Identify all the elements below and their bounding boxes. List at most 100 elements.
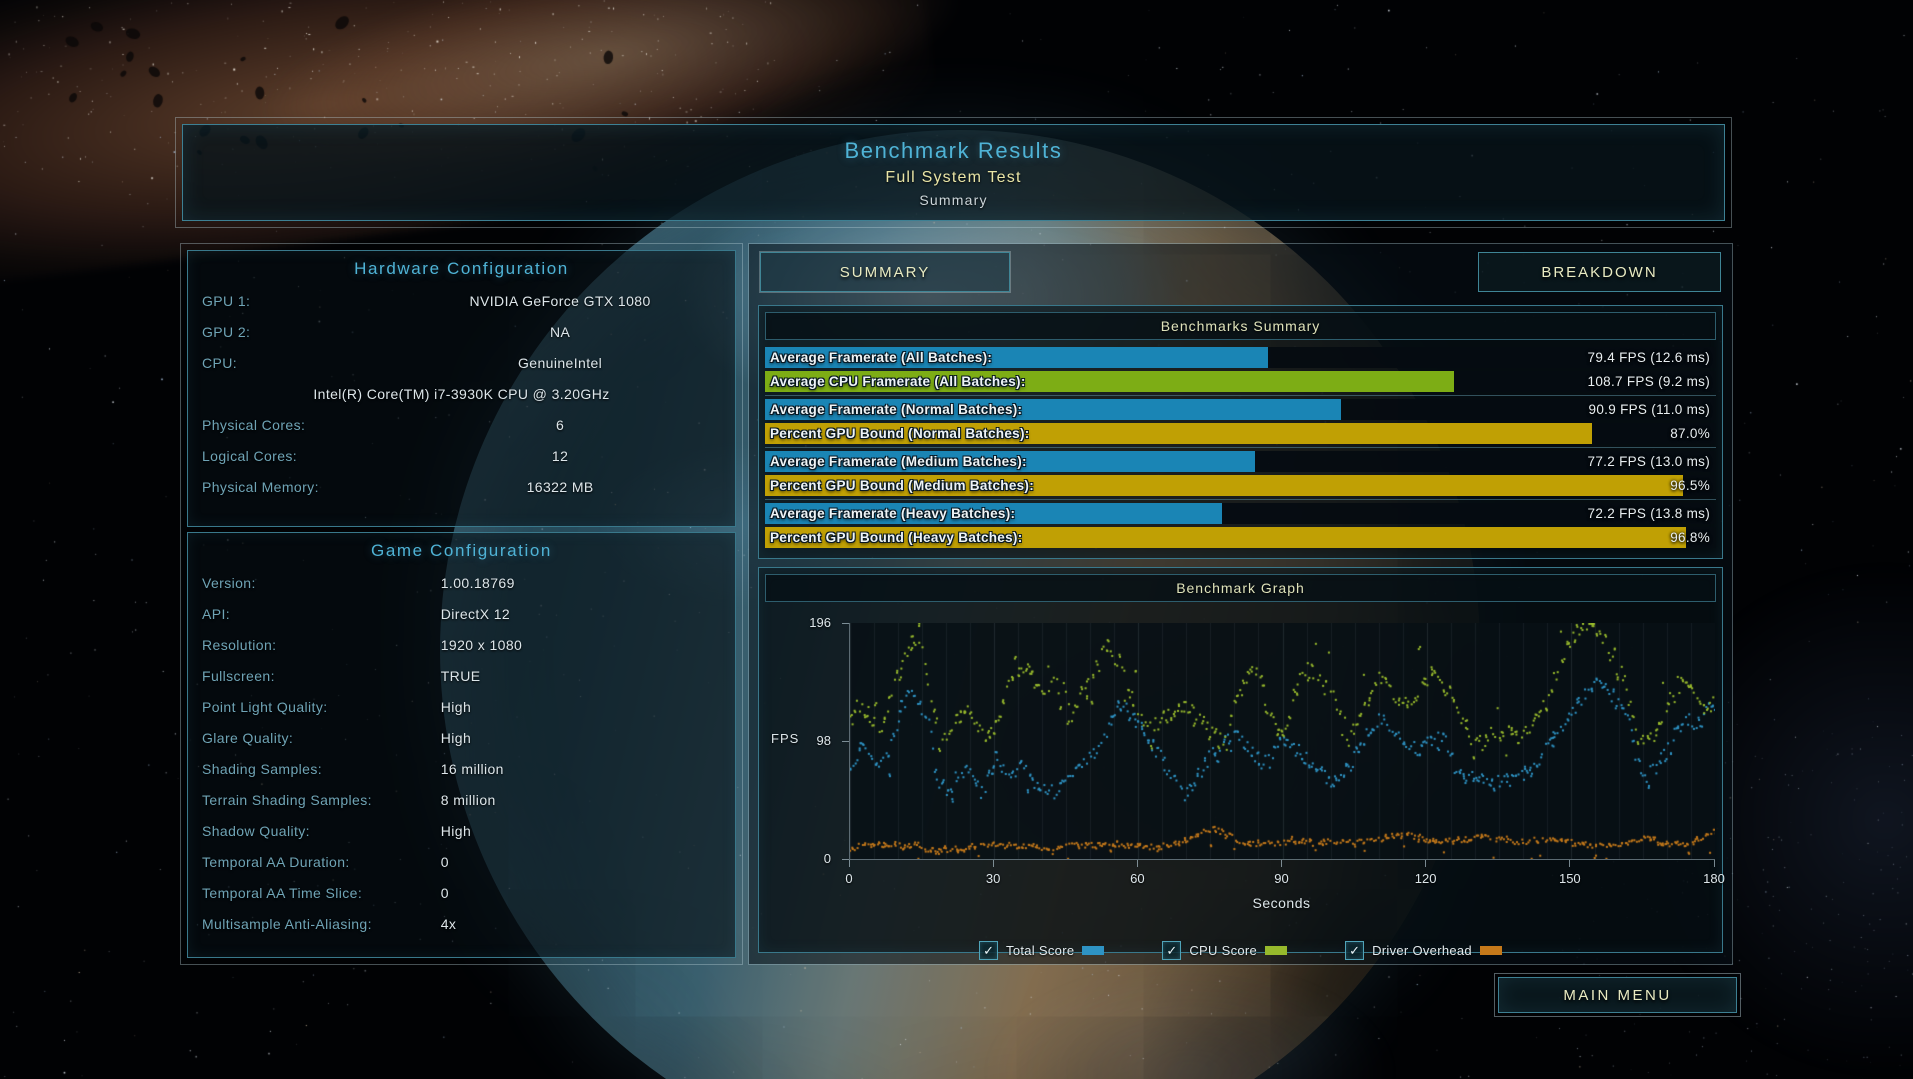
x-tick-label: 120	[1406, 871, 1446, 886]
config-row: Point Light Quality:High	[188, 691, 735, 722]
config-value: 16 million	[441, 761, 721, 777]
config-value: 0	[441, 885, 721, 901]
legend-checkbox[interactable]: ✓	[979, 941, 998, 960]
x-tick-mark	[849, 860, 850, 867]
benchmarks-summary-title: Benchmarks Summary	[765, 312, 1716, 340]
benchmarks-summary-rows: Average Framerate (All Batches):79.4 FPS…	[765, 347, 1716, 548]
test-name: Full System Test	[885, 169, 1021, 187]
benchmark-results-screen: Benchmark Results Full System Test Summa…	[0, 0, 1913, 1079]
x-tick-mark	[1569, 860, 1570, 867]
config-value: 1920 x 1080	[441, 637, 721, 653]
config-value: High	[441, 699, 721, 715]
config-label: Temporal AA Duration:	[202, 854, 441, 870]
bar-value: 87.0%	[1670, 423, 1710, 444]
scatter-plot	[849, 623, 1715, 860]
bar-group: Average Framerate (Medium Batches):77.2 …	[765, 447, 1716, 496]
game-configuration-title: Game Configuration	[188, 541, 735, 561]
bar-label: Percent GPU Bound (Normal Batches):	[770, 423, 1030, 444]
config-row: Multisample Anti-Aliasing:4x	[188, 908, 735, 939]
config-row: GPU 1:NVIDIA GeForce GTX 1080	[188, 285, 735, 316]
bar-value: 96.5%	[1670, 475, 1710, 496]
config-value: TRUE	[441, 668, 721, 684]
benchmark-graph-panel: Benchmark Graph FPS 196980 0306090120150…	[758, 567, 1723, 953]
config-value: Intel(R) Core(TM) i7-3930K CPU @ 3.20GHz	[202, 386, 721, 402]
benchmark-bar-row: Average Framerate (Heavy Batches): 72.2 F…	[765, 503, 1716, 524]
x-tick-label: 30	[973, 871, 1013, 886]
x-tick-label: 60	[1117, 871, 1157, 886]
x-tick-label: 180	[1694, 871, 1734, 886]
config-row: Shadow Quality:High	[188, 815, 735, 846]
config-value: 4x	[441, 916, 721, 932]
config-row: Physical Memory:16322 MB	[188, 471, 735, 502]
config-row: Shading Samples:16 million	[188, 753, 735, 784]
configuration-column: Hardware Configuration GPU 1:NVIDIA GeFo…	[180, 243, 743, 965]
legend-swatch	[1265, 946, 1287, 955]
bar-label: Percent GPU Bound (Heavy Batches):	[770, 527, 1023, 548]
config-label: Shading Samples:	[202, 761, 441, 777]
hardware-configuration-title: Hardware Configuration	[188, 259, 735, 279]
x-tick-mark	[1714, 860, 1715, 867]
y-tick-label: 196	[765, 615, 831, 630]
x-tick-mark	[1425, 860, 1426, 867]
bar-group: Average Framerate (Normal Batches):90.9 …	[765, 395, 1716, 444]
config-label: Fullscreen:	[202, 668, 441, 684]
benchmark-scatter-canvas	[850, 623, 1715, 859]
bar-value: 72.2 FPS (13.8 ms)	[1588, 503, 1710, 524]
y-tick-mark	[842, 623, 849, 624]
config-value: DirectX 12	[441, 606, 721, 622]
config-row: Resolution:1920 x 1080	[188, 629, 735, 660]
bar-label: Average CPU Framerate (All Batches):	[770, 371, 1026, 392]
x-axis-title: Seconds	[849, 895, 1714, 911]
hardware-configuration-panel: Hardware Configuration GPU 1:NVIDIA GeFo…	[187, 250, 736, 527]
bar-label: Average Framerate (Heavy Batches):	[770, 503, 1015, 524]
legend-checkbox[interactable]: ✓	[1345, 941, 1364, 960]
config-label: Physical Cores:	[202, 417, 399, 433]
main-menu-label[interactable]: MAIN MENU	[1498, 977, 1737, 1013]
config-value: 1.00.18769	[441, 575, 721, 591]
game-rows: Version:1.00.18769API:DirectX 12 Resoluti…	[188, 567, 735, 939]
config-row: CPU:GenuineIntel	[188, 347, 735, 378]
config-label: Version:	[202, 575, 441, 591]
bar-value: 90.9 FPS (11.0 ms)	[1589, 399, 1710, 420]
config-row: Terrain Shading Samples:8 million	[188, 784, 735, 815]
config-row: GPU 2:NA	[188, 316, 735, 347]
graph-legend: ✓Total Score✓CPU Score✓Driver Overhead	[765, 941, 1716, 960]
config-row: Intel(R) Core(TM) i7-3930K CPU @ 3.20GHz	[188, 378, 735, 409]
main-menu-button[interactable]: MAIN MENU	[1494, 973, 1741, 1017]
bar-value: 96.8%	[1670, 527, 1710, 548]
legend-checkbox[interactable]: ✓	[1162, 941, 1181, 960]
config-label: Multisample Anti-Aliasing:	[202, 916, 441, 932]
x-tick-mark	[1281, 860, 1282, 867]
legend-item: ✓Driver Overhead	[1345, 941, 1502, 960]
bar-group: Average Framerate (All Batches):79.4 FPS…	[765, 347, 1716, 392]
config-value: 8 million	[441, 792, 721, 808]
tab-summary[interactable]: SUMMARY	[760, 252, 1010, 292]
bar-label: Average Framerate (All Batches):	[770, 347, 992, 368]
benchmark-bar-row: Average Framerate (Medium Batches):77.2 …	[765, 451, 1716, 472]
config-label: API:	[202, 606, 441, 622]
section-name: Summary	[919, 192, 987, 208]
hardware-rows: GPU 1:NVIDIA GeForce GTX 1080GPU 2:NACPU…	[188, 285, 735, 502]
x-tick-mark	[1137, 860, 1138, 867]
legend-label: Total Score	[1006, 943, 1074, 958]
config-label: GPU 2:	[202, 324, 399, 340]
benchmark-bar-row: Average Framerate (All Batches):79.4 FPS…	[765, 347, 1716, 368]
benchmark-bar-row: Average CPU Framerate (All Batches):108.…	[765, 371, 1716, 392]
bar-value: 77.2 FPS (13.0 ms)	[1588, 451, 1710, 472]
config-value: 0	[441, 854, 721, 870]
y-tick-mark	[842, 741, 849, 742]
legend-swatch	[1480, 946, 1502, 955]
config-value: 6	[399, 417, 721, 433]
benchmark-graph-title: Benchmark Graph	[765, 574, 1716, 602]
legend-swatch	[1082, 946, 1104, 955]
tab-breakdown[interactable]: BREAKDOWN	[1478, 252, 1721, 292]
config-label: GPU 1:	[202, 293, 399, 309]
results-column: SUMMARY BREAKDOWN Benchmarks Summary Ave…	[748, 243, 1733, 965]
tabs-row: SUMMARY BREAKDOWN	[758, 250, 1723, 292]
benchmark-graph-area: FPS 196980 0306090120150180 Seconds	[765, 609, 1716, 939]
header-panel: Benchmark Results Full System Test Summa…	[175, 117, 1732, 228]
config-row: Fullscreen:TRUE	[188, 660, 735, 691]
bar-group: Average Framerate (Heavy Batches): 72.2 F…	[765, 499, 1716, 548]
config-label: Temporal AA Time Slice:	[202, 885, 441, 901]
y-tick-label: 98	[765, 733, 831, 748]
